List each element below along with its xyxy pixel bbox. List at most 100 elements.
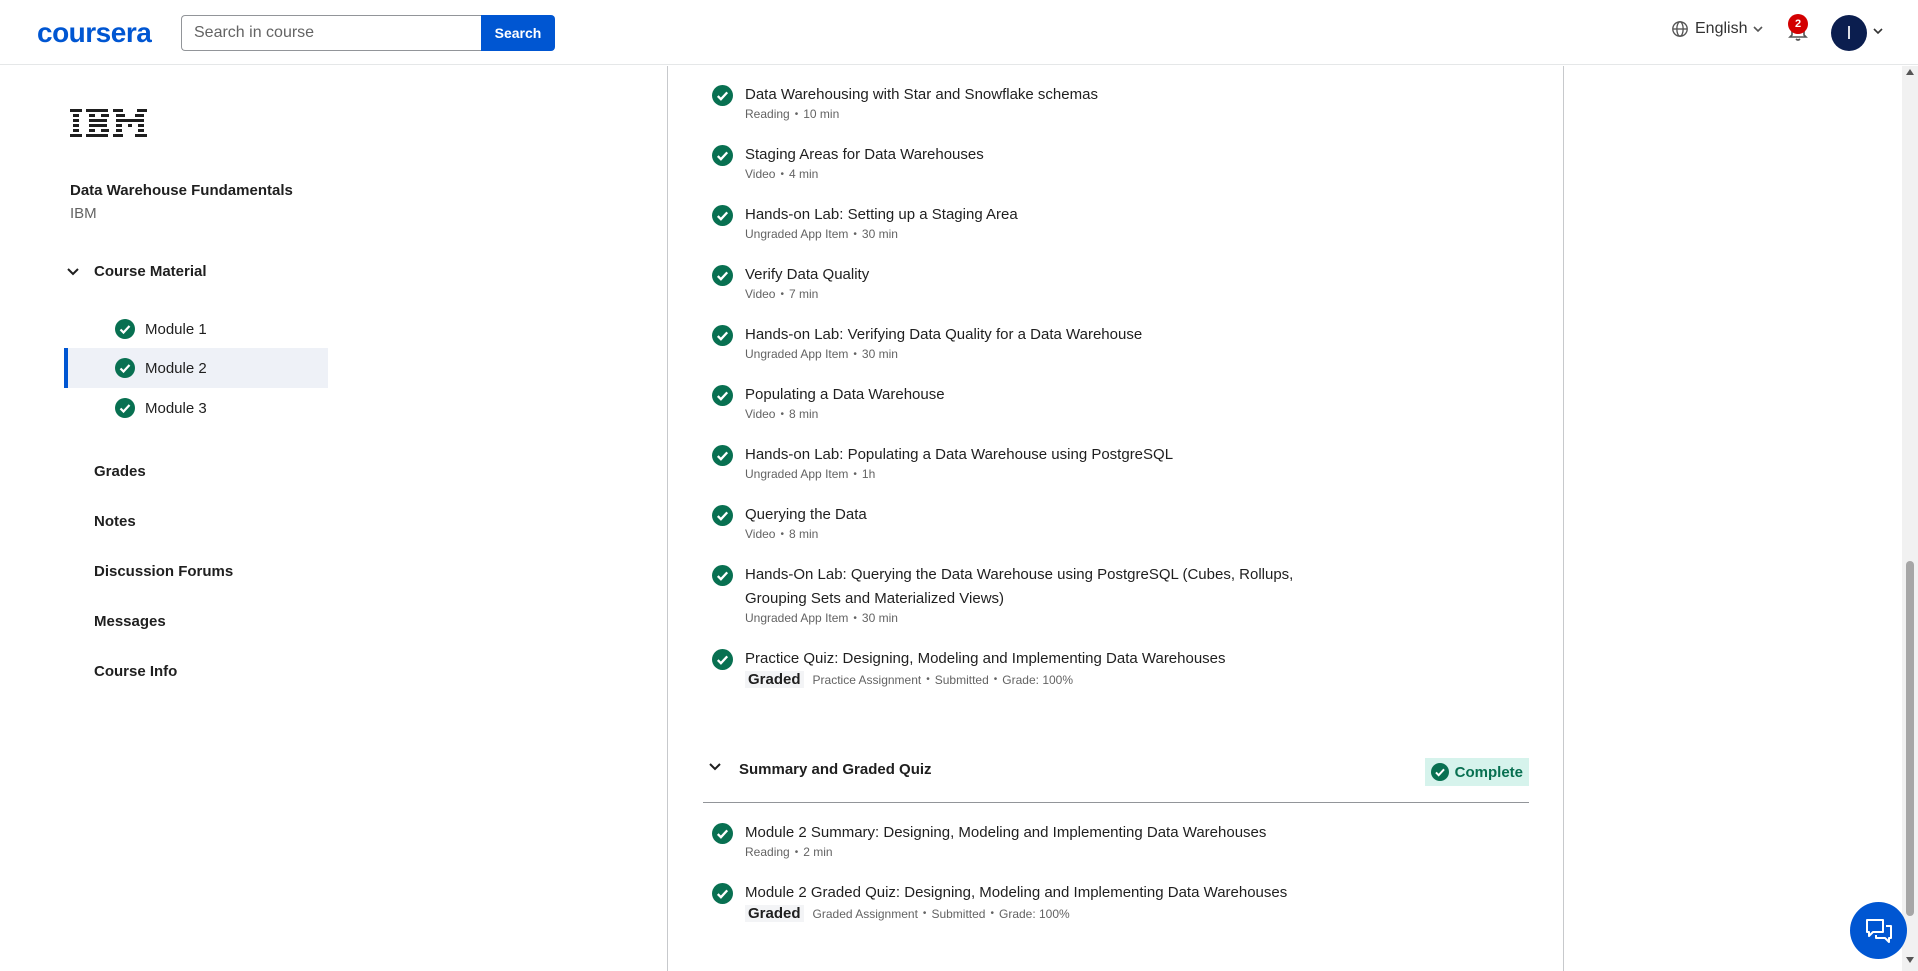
item-meta: Video • 7 min [745, 287, 819, 301]
avatar[interactable]: I [1831, 15, 1867, 51]
sidebar-item-messages[interactable]: Messages [94, 613, 166, 630]
check-circle-icon [712, 505, 733, 526]
sidebar-item-module-1[interactable]: Module 1 [64, 309, 328, 349]
list-item[interactable]: Hands-on Lab: Populating a Data Warehous… [712, 443, 1173, 481]
check-circle-icon [712, 649, 733, 670]
item-duration: 30 min [861, 611, 898, 625]
chat-icon [1865, 918, 1892, 943]
list-item[interactable]: Practice Quiz: Designing, Modeling and I… [712, 647, 1226, 688]
item-duration: 2 min [803, 845, 833, 859]
language-selector[interactable]: English [1671, 20, 1764, 38]
item-duration: 8 min [789, 527, 819, 541]
item-duration: 7 min [789, 287, 819, 301]
chevron-down-icon [67, 267, 79, 275]
list-item[interactable]: Data Warehousing with Star and Snowflake… [712, 83, 1098, 121]
item-type: Graded Assignment [812, 906, 918, 921]
check-circle-icon [712, 85, 733, 106]
item-title[interactable]: Module 2 Graded Quiz: Designing, Modelin… [745, 881, 1287, 905]
language-label: English [1695, 20, 1748, 37]
check-circle-icon [115, 398, 135, 418]
check-circle-icon [115, 319, 135, 339]
course-title[interactable]: Data Warehouse Fundamentals [70, 182, 293, 199]
item-title[interactable]: Hands-on Lab: Populating a Data Warehous… [745, 443, 1173, 467]
item-type: Video [745, 167, 776, 181]
item-title[interactable]: Verify Data Quality [745, 263, 869, 287]
scrollbar-thumb[interactable] [1906, 561, 1914, 916]
notification-badge: 2 [1788, 14, 1808, 34]
chevron-down-icon [709, 763, 721, 771]
sidebar-item-discussion-forums[interactable]: Discussion Forums [94, 563, 233, 580]
item-type: Reading [745, 845, 790, 859]
sidebar-item-course-info[interactable]: Course Info [94, 663, 177, 680]
item-title[interactable]: Querying the Data [745, 503, 867, 527]
chat-button[interactable] [1850, 902, 1907, 959]
coursera-logo[interactable]: coursera [37, 17, 152, 49]
check-circle-icon [712, 883, 733, 904]
item-title[interactable]: Hands-on Lab: Setting up a Staging Area [745, 203, 1018, 227]
sidebar-item-module-2[interactable]: Module 2 [64, 348, 328, 388]
course-material-toggle[interactable]: Course Material [66, 263, 207, 280]
item-title[interactable]: Module 2 Summary: Designing, Modeling an… [745, 821, 1266, 845]
item-type: Ungraded App Item [745, 347, 849, 361]
scroll-up-arrow-icon[interactable] [1905, 68, 1915, 76]
check-circle-icon [712, 325, 733, 346]
item-meta: Video • 4 min [745, 167, 819, 181]
status-badge: Complete [1424, 758, 1529, 786]
check-circle-icon [712, 205, 733, 226]
list-item[interactable]: Hands-On Lab: Querying the Data Warehous… [712, 563, 1305, 625]
item-title[interactable]: Data Warehousing with Star and Snowflake… [745, 83, 1098, 107]
item-grade: Grade: 100% [1002, 672, 1074, 687]
item-title[interactable]: Hands-on Lab: Verifying Data Quality for… [745, 323, 1142, 347]
status-label: Complete [1454, 763, 1523, 781]
item-meta: Graded Graded Assignment • Submitted • Grade:… [745, 905, 1287, 922]
item-duration: 30 min [861, 227, 898, 241]
graded-tag: Graded [745, 671, 804, 688]
item-duration: 4 min [789, 167, 819, 181]
list-item[interactable]: Hands-on Lab: Setting up a Staging Area … [712, 203, 1018, 241]
item-meta: Graded Practice Assignment • Submitted • Grad… [745, 671, 1226, 688]
item-meta: Ungraded App Item • 30 min [745, 347, 898, 361]
item-duration: 10 min [803, 107, 840, 121]
ibm-logo [70, 109, 147, 137]
list-item[interactable]: Hands-on Lab: Verifying Data Quality for… [712, 323, 1142, 361]
item-meta: Video • 8 min [745, 527, 819, 541]
list-item[interactable]: Populating a Data Warehouse Video • 8 min [712, 383, 945, 421]
check-circle-icon [1430, 763, 1449, 781]
item-duration: 8 min [789, 407, 819, 421]
page-scrollbar[interactable] [1902, 66, 1918, 971]
item-title[interactable]: Staging Areas for Data Warehouses [745, 143, 984, 167]
module-label: Module 1 [145, 320, 207, 338]
section-summary-graded-quiz[interactable]: Summary and Graded Quiz Complete [703, 752, 1529, 803]
search-input[interactable] [181, 15, 482, 51]
sidebar-item-notes[interactable]: Notes [94, 513, 136, 530]
sidebar-item-module-3[interactable]: Module 3 [64, 388, 328, 428]
list-item[interactable]: Querying the Data Video • 8 min [712, 503, 867, 541]
sidebar-item-grades[interactable]: Grades [94, 463, 146, 480]
item-title[interactable]: Hands-On Lab: Querying the Data Warehous… [745, 563, 1305, 611]
course-org: IBM [70, 205, 97, 222]
list-item[interactable]: Staging Areas for Data Warehouses Video •… [712, 143, 984, 181]
search-button[interactable]: Search [481, 15, 555, 51]
item-meta: Ungraded App Item • 1h [745, 467, 876, 481]
item-type: Video [745, 527, 776, 541]
item-type: Ungraded App Item [745, 227, 849, 241]
item-type: Reading [745, 107, 790, 121]
item-type: Ungraded App Item [745, 467, 849, 481]
check-circle-icon [712, 823, 733, 844]
item-title[interactable]: Populating a Data Warehouse [745, 383, 945, 407]
list-item[interactable]: Module 2 Summary: Designing, Modeling an… [712, 821, 1266, 859]
item-meta: Reading • 10 min [745, 107, 840, 121]
item-type: Ungraded App Item [745, 611, 849, 625]
item-title[interactable]: Practice Quiz: Designing, Modeling and I… [745, 647, 1226, 671]
item-type: Video [745, 407, 776, 421]
check-circle-icon [712, 385, 733, 406]
item-meta: Ungraded App Item • 30 min [745, 227, 898, 241]
graded-tag: Graded [745, 905, 804, 922]
item-status: Submitted [931, 906, 986, 921]
list-item[interactable]: Verify Data Quality Video • 7 min [712, 263, 869, 301]
list-item[interactable]: Module 2 Graded Quiz: Designing, Modelin… [712, 881, 1287, 922]
scroll-down-arrow-icon[interactable] [1905, 956, 1915, 964]
course-material-label: Course Material [94, 263, 207, 280]
chevron-down-icon[interactable] [1873, 26, 1883, 36]
module-label: Module 3 [145, 399, 207, 417]
